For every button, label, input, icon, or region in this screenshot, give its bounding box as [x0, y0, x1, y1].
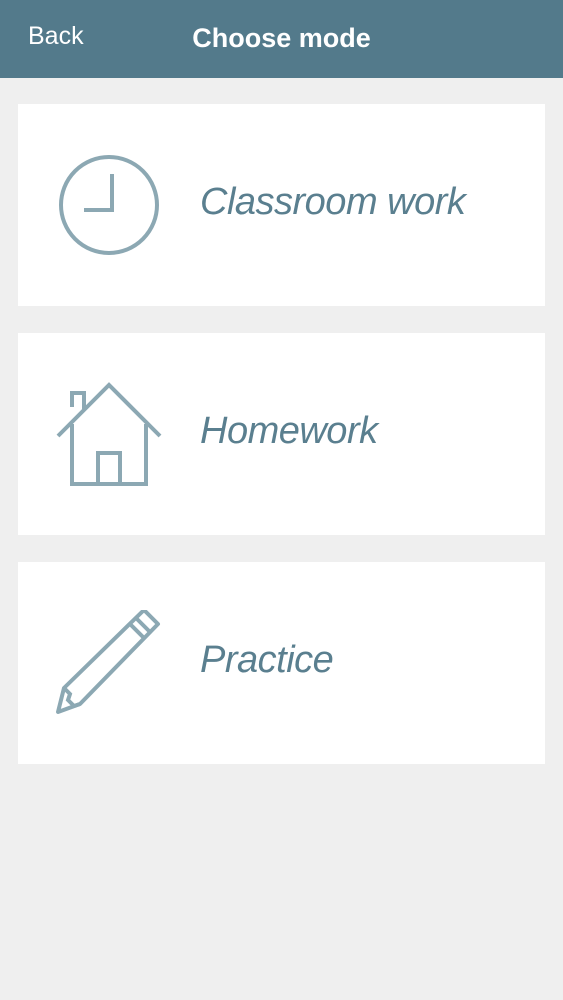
mode-label-homework: Homework	[200, 410, 378, 452]
page-title: Choose mode	[192, 23, 371, 53]
pencil-icon	[56, 610, 162, 716]
mode-label-classroom-work: Classroom work	[200, 181, 466, 223]
house-icon	[56, 381, 162, 487]
mode-label-practice: Practice	[200, 639, 334, 681]
mode-card-classroom-work[interactable]: Classroom work	[18, 104, 545, 306]
clock-icon	[56, 152, 162, 258]
mode-card-practice[interactable]: Practice	[18, 562, 545, 764]
navigation-bar: Back Choose mode	[0, 0, 563, 78]
mode-card-homework[interactable]: Homework	[18, 333, 545, 535]
